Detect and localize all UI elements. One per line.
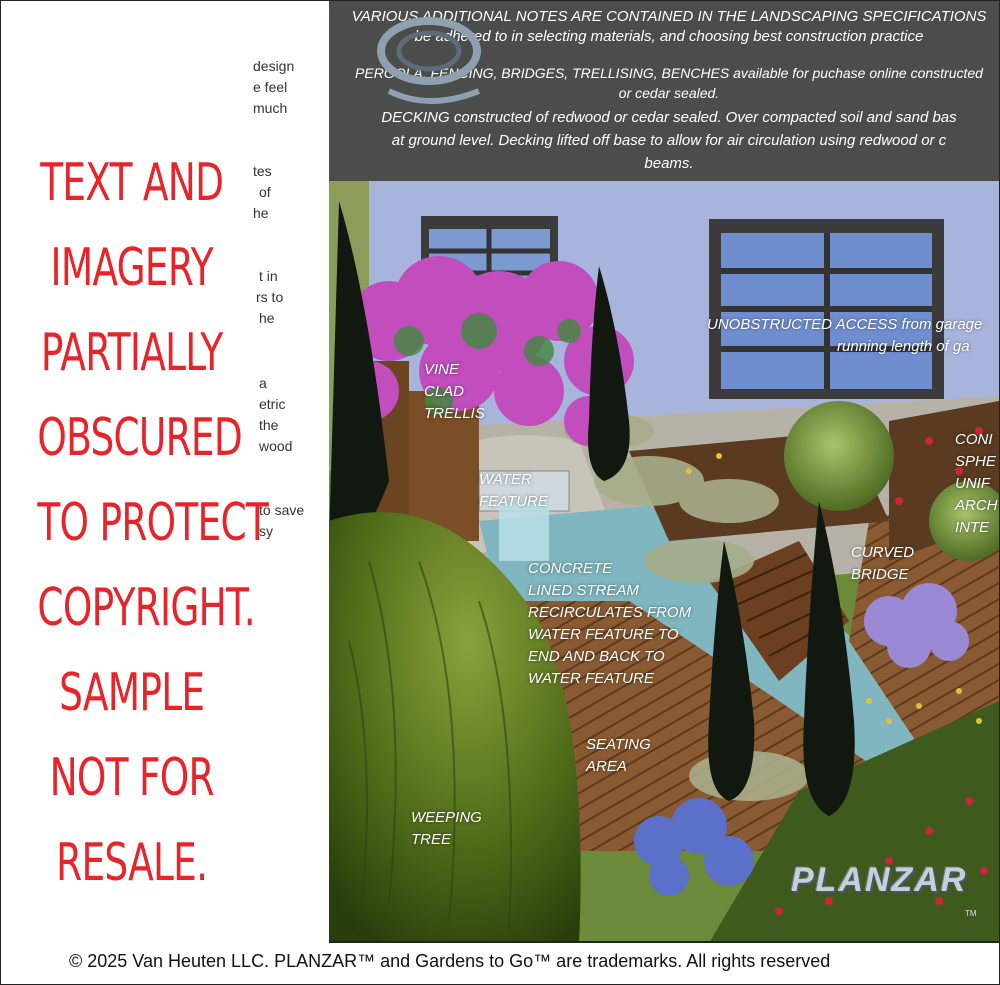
text-fragment: he	[259, 310, 275, 326]
label-line: LINED STREAM	[528, 582, 639, 599]
planzar-logo-icon	[377, 17, 481, 104]
label-line: FEATURE	[479, 493, 548, 510]
label-water-feature: WATER FEATURE	[479, 469, 548, 513]
watermark-line: NOT FOR	[49, 748, 215, 808]
label-line: UNOBSTRUCTED ACCESS from garage	[707, 316, 983, 333]
label-line: SEATING	[586, 736, 651, 753]
label-curved-bridge: CURVED BRIDGE	[851, 542, 914, 586]
notes-text: at ground level. Decking lifted off base…	[391, 132, 947, 149]
text-fragment: wood	[259, 438, 293, 454]
label-line: UNIF	[955, 475, 990, 492]
label-line: WATER FEATURE TO	[528, 626, 679, 643]
label-line: CURVED	[851, 544, 915, 561]
label-line: CONI	[955, 431, 993, 448]
label-concrete-stream: CONCRETE LINED STREAM RECIRCULATES FROM …	[528, 558, 691, 690]
label-line: BRIDGE	[851, 566, 909, 583]
label-conifers: CONI SPHE UNIF ARCH INTE	[955, 429, 998, 539]
watermark-line: SAMPLE	[59, 663, 205, 723]
text-fragment: t in	[259, 268, 278, 284]
watermark-line: RESALE.	[56, 833, 208, 893]
label-line: running length of ga	[837, 338, 970, 355]
window-right	[709, 219, 944, 399]
text-fragment: the	[259, 417, 279, 433]
label-line: WATER	[479, 471, 532, 488]
text-fragment: he	[253, 205, 269, 221]
text-fragment: much	[253, 100, 288, 116]
text-fragment: tes	[253, 163, 272, 179]
copyright-watermark: TEXT AND IMAGERY PARTIALLY OBSCURED TO P…	[37, 141, 269, 906]
watermark-line: TO PROTECT	[37, 493, 269, 553]
watermark-line: IMAGERY	[50, 238, 214, 298]
watermark-line: PARTIALLY	[40, 323, 223, 383]
label-line: CLAD	[424, 383, 465, 400]
obscured-text-panel: design e feel much tes of he t in rs to …	[1, 1, 327, 943]
watermark-line: TEXT AND	[40, 153, 224, 213]
label-line: CONCRETE	[528, 560, 613, 577]
label-unobstructed-access: UNOBSTRUCTED ACCESS from garage running …	[707, 314, 982, 358]
logo-trademark: TM	[965, 909, 977, 918]
label-vine-clad-trellis: VINE CLAD TRELLIS	[424, 359, 485, 425]
text-fragment: e feel	[253, 79, 288, 95]
planzar-logo-text: PLANZAR	[791, 861, 968, 899]
label-line: ARCH	[955, 497, 998, 514]
copyright-footer: © 2025 Van Heuten LLC. PLANZAR™ and Gard…	[1, 943, 999, 983]
label-line: WEEPING	[411, 809, 482, 826]
label-line: END AND BACK TO	[528, 648, 665, 665]
label-line: RECIRCULATES FROM	[528, 604, 692, 621]
label-line: SPHE	[955, 453, 996, 470]
watermark-line: OBSCURED	[37, 408, 242, 468]
text-fragment: of	[259, 184, 271, 200]
label-line: TREE	[411, 831, 452, 848]
label-weeping-tree: WEEPING TREE	[411, 807, 482, 851]
landscape-rendering: VARIOUS ADDITIONAL NOTES ARE CONTAINED I…	[329, 1, 999, 943]
label-line: TRELLIS	[424, 405, 485, 422]
label-line: INTE	[955, 519, 990, 536]
label-line: WATER FEATURE	[528, 670, 654, 687]
notes-text: beams.	[644, 155, 694, 172]
text-fragment: etric	[259, 396, 286, 412]
watermark-line: COPYRIGHT.	[37, 578, 255, 638]
label-line: AREA	[586, 758, 627, 775]
text-fragment: rs to	[256, 289, 284, 305]
text-fragment: a	[259, 375, 267, 391]
notes-line: DECKING constructed of redwood or cedar …	[329, 106, 999, 175]
text-fragment: design	[253, 58, 295, 74]
label-seating-area: SEATING AREA	[586, 734, 651, 778]
label-line: VINE	[424, 361, 460, 378]
